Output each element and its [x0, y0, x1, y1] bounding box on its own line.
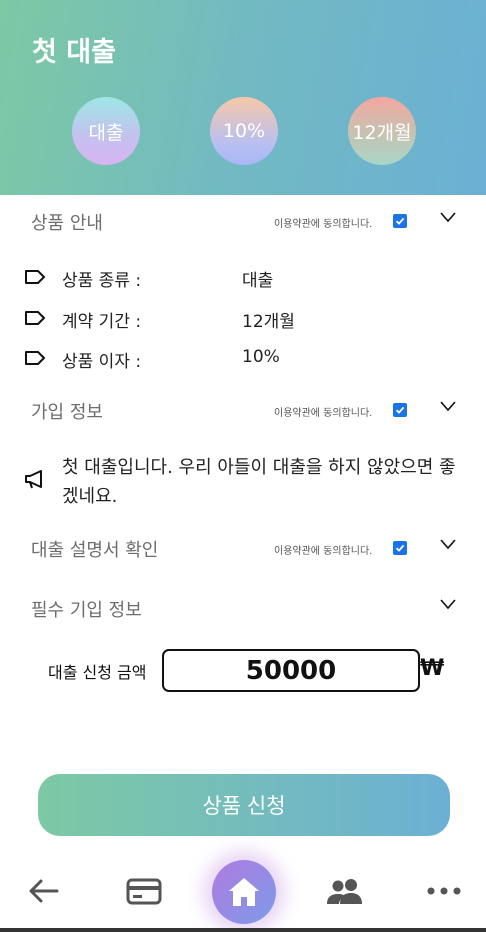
check-icon [395, 544, 405, 552]
terms-label: 이용약관에 동의합니다. [274, 408, 373, 419]
tag-icon [25, 351, 45, 365]
info-value: 10% [242, 347, 280, 367]
check-icon [395, 217, 405, 225]
chevron-down-icon[interactable] [440, 598, 456, 610]
home-icon [229, 878, 259, 906]
info-label: 상품 이자 : [62, 352, 142, 372]
terms-checkbox[interactable] [393, 214, 407, 228]
terms-label: 이용약관에 동의합니다. [274, 219, 373, 230]
section-product-info-header[interactable]: 상품 안내 이용약관에 동의합니다. [0, 207, 486, 237]
section-signup-info-header[interactable]: 가입 정보 이용약관에 동의합니다. [0, 396, 486, 426]
tag-icon [25, 270, 45, 284]
section-title: 대출 설명서 확인 [31, 540, 159, 561]
info-value: 12개월 [242, 312, 295, 332]
home-button[interactable] [212, 860, 276, 924]
currency-symbol: ₩ [420, 656, 445, 681]
terms-label: 이용약관에 동의합니다. [274, 546, 373, 557]
info-row-period: 계약 기간 : 12개월 [24, 306, 424, 332]
bottom-divider [0, 928, 486, 932]
header: 첫 대출 대출 10% 12개월 [0, 0, 486, 195]
info-value: 대출 [242, 271, 274, 291]
section-title: 상품 안내 [31, 213, 103, 234]
section-title: 필수 기입 정보 [31, 600, 142, 621]
section-loan-doc-header[interactable]: 대출 설명서 확인 이용약관에 동의합니다. [0, 534, 486, 564]
info-label: 상품 종류 : [62, 271, 142, 291]
users-icon[interactable] [326, 876, 364, 906]
info-row-type: 상품 종류 : 대출 [24, 265, 424, 291]
credit-card-icon[interactable] [126, 876, 162, 906]
badge-period: 12개월 [348, 97, 416, 165]
arrow-left-icon[interactable] [26, 876, 62, 906]
badge-type: 대출 [72, 97, 140, 165]
chevron-down-icon[interactable] [440, 211, 456, 223]
apply-button[interactable]: 상품 신청 [38, 774, 450, 836]
section-title: 가입 정보 [31, 402, 103, 423]
more-icon[interactable] [426, 876, 462, 906]
terms-checkbox[interactable] [393, 541, 407, 555]
info-row-interest: 상품 이자 : 10% [24, 346, 424, 372]
terms-checkbox[interactable] [393, 403, 407, 417]
megaphone-icon [25, 470, 42, 489]
check-icon [395, 406, 405, 414]
page-title: 첫 대출 [32, 37, 116, 68]
amount-label: 대출 신청 금액 [48, 663, 147, 682]
info-label: 계약 기간 : [62, 312, 142, 332]
amount-input[interactable] [162, 649, 420, 692]
tag-icon [25, 311, 45, 325]
chevron-down-icon[interactable] [440, 400, 456, 412]
badge-rate: 10% [210, 97, 278, 165]
notice-text: 첫 대출입니다. 우리 아들이 대출을 하지 않았으면 좋겠네요. [62, 457, 456, 507]
bottom-nav [0, 852, 486, 932]
chevron-down-icon[interactable] [440, 538, 456, 550]
section-required-info-header[interactable]: 필수 기입 정보 [0, 594, 486, 624]
